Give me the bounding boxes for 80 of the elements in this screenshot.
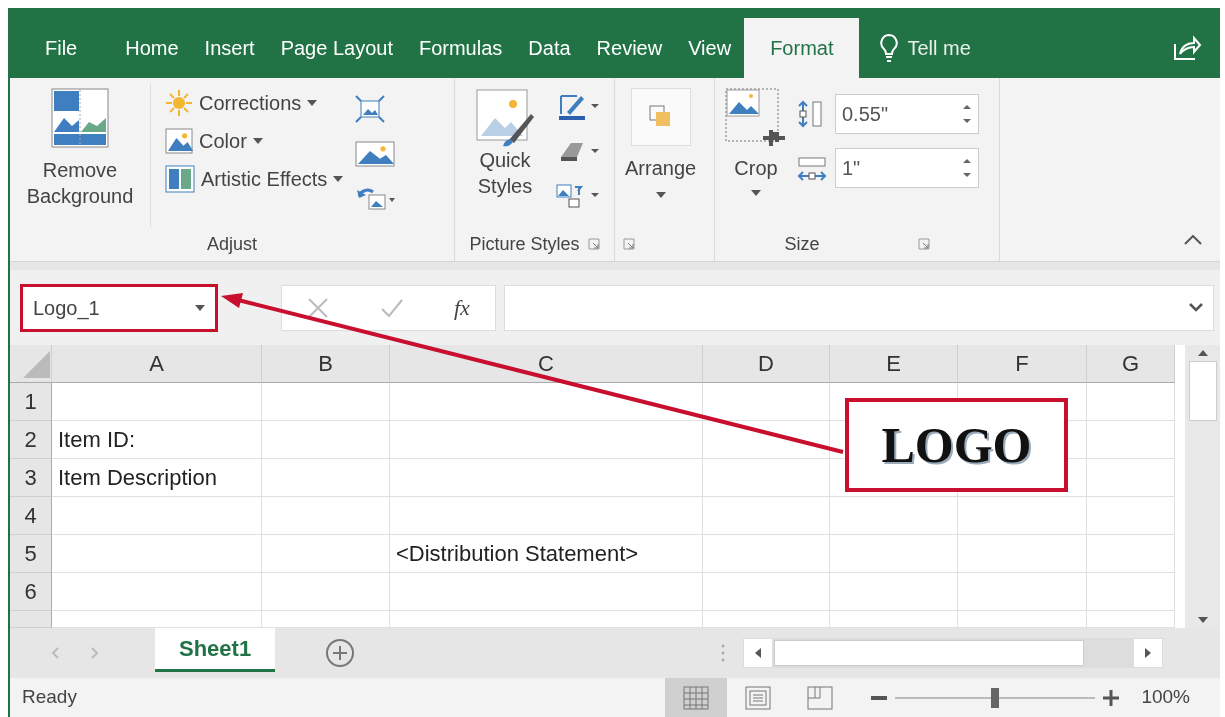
ribbon-button[interactable]: Arrange (623, 84, 699, 227)
dialog-launcher-icon[interactable] (623, 238, 635, 250)
cancel-icon[interactable] (307, 296, 330, 319)
remove-background-icon (51, 88, 109, 148)
group-label: Picture Styles (469, 232, 580, 256)
ribbon-tab[interactable]: Review (583, 18, 676, 78)
ribbon-tab[interactable]: Page Layout (267, 18, 406, 78)
spinner-field[interactable]: 0.55" (835, 94, 979, 134)
status-text: Ready (22, 685, 77, 710)
row-header[interactable]: 6 (10, 573, 52, 611)
caret-icon (333, 176, 344, 182)
ribbon-button[interactable]: Color (161, 122, 348, 160)
scroll-down-icon[interactable] (1196, 616, 1209, 624)
dialog-launcher-icon[interactable] (917, 238, 930, 250)
scroll-up-icon[interactable] (1196, 349, 1209, 357)
dialog-launcher-icon[interactable] (587, 238, 600, 250)
row-header[interactable]: 1 (10, 383, 52, 421)
shape-width-icon (797, 154, 827, 182)
lightbulb-icon (879, 33, 900, 63)
group-label: Size (784, 232, 820, 256)
column-header[interactable]: A (52, 345, 262, 383)
insert-function-button[interactable]: fx (453, 291, 470, 324)
ribbon-tab[interactable]: Format (744, 18, 860, 78)
name-box[interactable]: Logo_1 (20, 283, 218, 332)
formula-input[interactable] (504, 284, 1214, 331)
table-cell: Item ID: (52, 421, 262, 459)
scroll-left-icon[interactable] (754, 647, 763, 659)
spinner-field[interactable]: 1" (835, 148, 979, 188)
zoom-out-icon[interactable] (871, 695, 888, 700)
group-label: Adjust (207, 232, 257, 256)
ribbon-tab[interactable]: Home (112, 18, 192, 78)
ribbon-tab[interactable]: Data (515, 18, 584, 78)
ribbon-button[interactable]: Remove Background (18, 84, 142, 227)
artistic-effects-icon (165, 165, 195, 193)
zoom-level[interactable]: 100% (1141, 683, 1190, 712)
collapse-ribbon-icon[interactable] (1184, 235, 1202, 245)
compress-picture-icon[interactable] (355, 95, 386, 124)
caret-icon (655, 191, 666, 198)
column-header[interactable]: B (262, 345, 390, 383)
row-header[interactable]: 3 (10, 459, 52, 497)
ribbon-tab[interactable]: Formulas (405, 18, 516, 78)
caret-icon (252, 138, 263, 144)
row-header[interactable]: 5 (10, 535, 52, 573)
ribbon-tab[interactable]: File (32, 18, 91, 78)
quick-styles-icon (475, 88, 535, 148)
scroll-right-icon[interactable] (1144, 647, 1153, 659)
ribbon-button[interactable]: Corrections (161, 84, 348, 122)
spinner-arrows-icon[interactable] (962, 103, 972, 125)
share-icon[interactable] (1172, 34, 1202, 62)
expand-chevron-icon[interactable] (1189, 303, 1203, 312)
column-header[interactable]: C (390, 345, 703, 383)
tell-me-label[interactable]: Tell me (907, 33, 971, 63)
zoom-in-icon[interactable] (1103, 689, 1120, 706)
sun-icon (165, 89, 193, 117)
horizontal-scrollbar[interactable] (743, 638, 1164, 668)
add-sheet-icon[interactable] (325, 638, 356, 668)
logo[interactable]: LOGO (845, 398, 1068, 492)
normal-view-icon[interactable] (683, 685, 710, 710)
scroll-thumb[interactable] (1188, 361, 1217, 421)
ribbon-tab[interactable]: Insert (191, 18, 268, 78)
table-cell: <Distribution Statement> (390, 535, 703, 573)
spinner-arrows-icon[interactable] (962, 157, 972, 179)
row-header[interactable]: 2 (10, 421, 52, 459)
ribbon-button[interactable]: Quick Styles (463, 84, 547, 227)
table-cell: Item Description (52, 459, 262, 497)
column-header[interactable]: F (958, 345, 1087, 383)
zoom-slider-thumb[interactable] (991, 687, 1000, 708)
ribbon-button[interactable]: Crop (723, 84, 789, 227)
row-header[interactable]: 4 (10, 497, 52, 535)
ribbon-tab[interactable]: View (675, 18, 745, 78)
caret-icon (307, 100, 318, 106)
color-picture-icon[interactable] (165, 128, 193, 154)
column-header[interactable]: G (1087, 345, 1175, 383)
caret-icon (751, 189, 761, 196)
caret-icon (195, 304, 205, 311)
sheet-tab[interactable]: Sheet1 (155, 628, 276, 672)
column-header[interactable]: D (703, 345, 830, 383)
change-picture-icon[interactable] (355, 141, 396, 168)
ribbon-button[interactable]: Artistic Effects (161, 160, 348, 198)
column-header[interactable]: E (830, 345, 958, 383)
